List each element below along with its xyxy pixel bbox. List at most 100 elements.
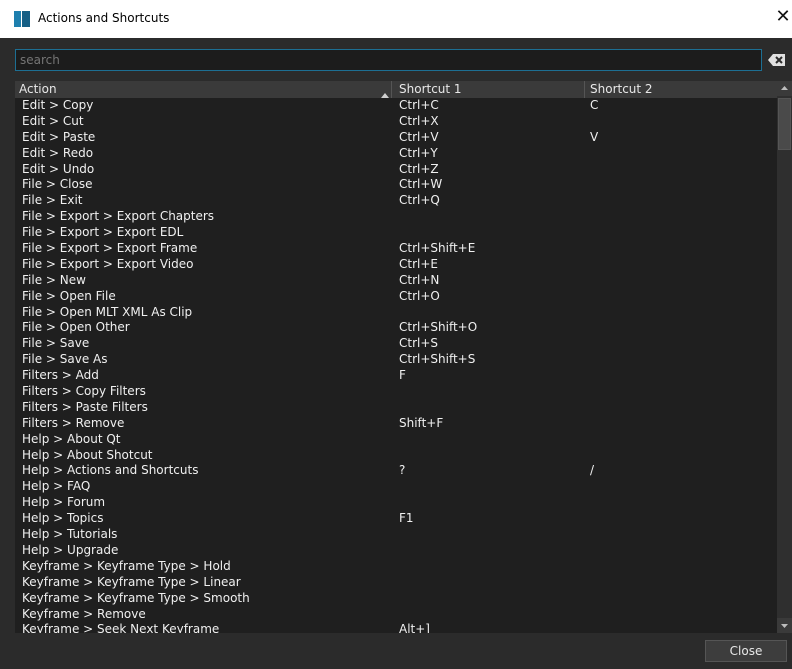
window-close-icon[interactable]: ✕ [774,6,792,28]
action-cell: Keyframe > Remove [22,606,146,621]
scroll-up-arrow-icon[interactable] [777,81,792,96]
action-cell: File > Save [22,336,90,351]
shortcut-1-cell: F [399,368,406,383]
action-cell: File > Save As [22,352,108,367]
table-row[interactable]: Help > About Qt [15,432,777,448]
backspace-clear-icon[interactable] [768,53,786,67]
scrollbar-thumb[interactable] [778,98,791,150]
action-cell: Help > About Qt [22,431,121,446]
table-row[interactable]: File > Save Ctrl+S [15,336,777,352]
shortcut-1-cell: Ctrl+W [399,177,443,192]
shortcut-1-cell: Ctrl+X [399,113,439,128]
scroll-down-arrow-icon[interactable] [777,618,792,633]
shotcut-app-icon [14,11,30,27]
table-header: Action Shortcut 1 Shortcut 2 [15,81,777,98]
table-row[interactable]: File > Export > Export Frame Ctrl+Shift+E [15,241,777,257]
table-row[interactable]: Help > FAQ [15,479,777,495]
table-row[interactable]: File > Export > Export Chapters [15,209,777,225]
table-row[interactable]: Edit > Paste Ctrl+V V [15,130,777,146]
shortcuts-table: Action Shortcut 1 Shortcut 2 Edit > Copy… [15,81,792,633]
shortcut-1-cell: Ctrl+N [399,272,440,287]
column-header-action[interactable]: Action [15,81,392,98]
table-row[interactable]: File > Close Ctrl+W [15,177,777,193]
table-row[interactable]: File > Export > Export Video Ctrl+E [15,257,777,273]
shortcut-1-cell: Ctrl+O [399,288,440,303]
action-cell: File > Export > Export Chapters [22,209,215,224]
action-cell: File > Open MLT XML As Clip [22,304,193,319]
table-row[interactable]: File > Open Other Ctrl+Shift+O [15,320,777,336]
table-row[interactable]: Help > Actions and Shortcuts? / [15,463,777,479]
table-row[interactable]: Help > Upgrade [15,543,777,559]
column-header-shortcut-1[interactable]: Shortcut 1 [392,81,585,98]
shortcut-1-cell: Ctrl+Shift+E [399,241,476,256]
table-row[interactable]: File > Exit Ctrl+Q [15,193,777,209]
shortcut-1-cell: Ctrl+Z [399,161,439,176]
shortcut-1-cell: Ctrl+E [399,256,438,271]
action-cell: Filters > Remove [22,415,125,430]
table-row[interactable]: File > Open MLT XML As Clip [15,305,777,321]
action-cell: Keyframe > Keyframe Type > Smooth [22,590,250,605]
shortcut-1-cell: Ctrl+Y [399,145,438,160]
table-body: Edit > Copy Ctrl+C C Edit > Cut Ctrl+X Edit >… [15,98,777,633]
action-cell: File > Exit [22,193,83,208]
table-row[interactable]: Help > Forum [15,495,777,511]
action-cell: File > Open File [22,288,116,303]
table-row[interactable]: Help > About Shotcut [15,448,777,464]
table-row[interactable]: Help > Tutorials [15,527,777,543]
action-cell: Edit > Redo [22,145,94,160]
vertical-scrollbar[interactable] [777,81,792,633]
close-button[interactable]: Close [705,640,787,662]
action-cell: Edit > Paste [22,129,96,144]
action-cell: Keyframe > Keyframe Type > Linear [22,574,241,589]
table-row[interactable]: Keyframe > Seek Next Keyframe Alt+] [15,622,777,633]
table-row[interactable]: Keyframe > Keyframe Type > Linear [15,575,777,591]
table-row[interactable]: Edit > Redo Ctrl+Y [15,146,777,162]
table-row[interactable]: File > Open File Ctrl+O [15,289,777,305]
action-cell: Help > Actions and Shortcuts [22,463,199,478]
action-cell: Edit > Copy [22,98,94,112]
table-row[interactable]: Edit > Copy Ctrl+C C [15,98,777,114]
shortcut-1-cell: Alt+] [399,622,430,633]
table-row[interactable]: File > Export > Export EDL [15,225,777,241]
action-cell: File > Export > Export Video [22,256,194,271]
action-cell: File > Export > Export Frame [22,241,198,256]
table-row[interactable]: Keyframe > Keyframe Type > Hold [15,559,777,575]
table-row[interactable]: Filters > Add F [15,368,777,384]
shortcut-1-cell: Ctrl+C [399,98,439,112]
table-row[interactable]: Help > Topics F1 [15,511,777,527]
action-cell: Help > FAQ [22,479,91,494]
shortcut-1-cell: Ctrl+Shift+S [399,352,476,367]
shortcut-1-cell: Ctrl+Shift+O [399,320,478,335]
shortcut-1-cell: Shift+F [399,415,444,430]
dialog-content: Action Shortcut 1 Shortcut 2 Edit > Copy… [0,38,792,669]
action-cell: Filters > Copy Filters [22,384,146,399]
shortcut-2-cell: / [590,463,595,478]
shortcut-1-cell: Ctrl+S [399,336,439,351]
shortcut-1-cell: Ctrl+V [399,129,439,144]
sort-ascending-icon [381,87,389,98]
action-cell: Keyframe > Keyframe Type > Hold [22,558,231,573]
shortcut-1-cell: Ctrl+Q [399,193,440,208]
action-cell: Help > Upgrade [22,542,119,557]
search-input[interactable] [15,49,762,71]
action-cell: Filters > Add [22,368,99,383]
column-header-shortcut-2[interactable]: Shortcut 2 [585,81,777,98]
action-cell: Help > About Shotcut [22,447,153,462]
table-row[interactable]: Edit > Cut Ctrl+X [15,114,777,130]
action-cell: Edit > Undo [22,161,95,176]
table-row[interactable]: Keyframe > Keyframe Type > Smooth [15,591,777,607]
action-cell: Help > Forum [22,495,106,510]
action-cell: Help > Topics [22,511,104,526]
shortcut-1-cell: ? [399,463,406,478]
window-title: Actions and Shortcuts [38,11,170,25]
table-row[interactable]: Filters > Paste Filters [15,400,777,416]
table-row[interactable]: File > Save As Ctrl+Shift+S [15,352,777,368]
action-cell: Filters > Paste Filters [22,399,148,414]
table-row[interactable]: Filters > Copy Filters [15,384,777,400]
action-cell: File > Export > Export EDL [22,225,184,240]
table-row[interactable]: Edit > Undo Ctrl+Z [15,162,777,178]
table-row[interactable]: Keyframe > Remove [15,607,777,623]
table-row[interactable]: File > New Ctrl+N [15,273,777,289]
table-row[interactable]: Filters > Remove Shift+F [15,416,777,432]
action-cell: File > Open Other [22,320,130,335]
